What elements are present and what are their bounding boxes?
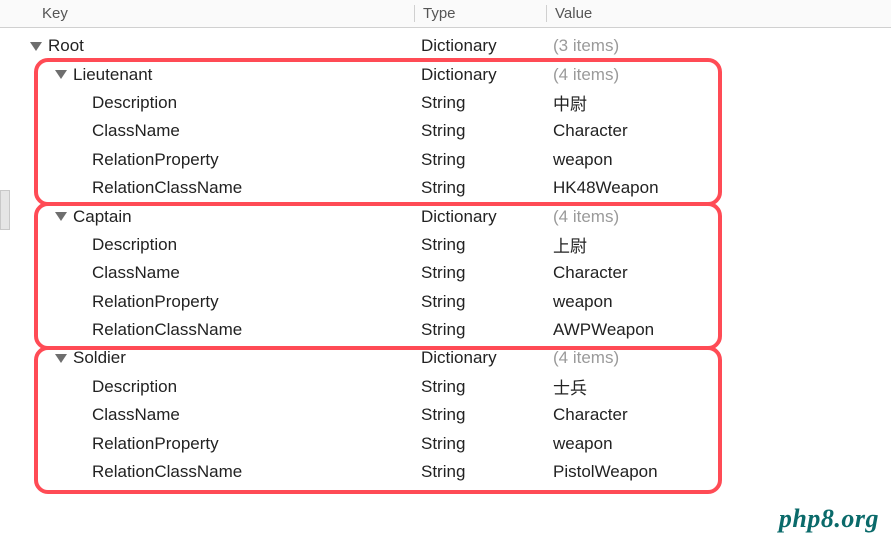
type-cell[interactable]: String — [415, 178, 547, 198]
table-row[interactable]: RelationProperty Stringweapon — [0, 288, 891, 316]
key-label: Lieutenant — [73, 65, 152, 85]
value-cell[interactable]: weapon — [547, 292, 891, 312]
value-cell[interactable]: HK48Weapon — [547, 178, 891, 198]
table-row[interactable]: ClassName StringCharacter — [0, 259, 891, 287]
table-row[interactable]: Captain Dictionary(4 items) — [0, 202, 891, 230]
key-cell[interactable]: Soldier — [0, 348, 415, 368]
value-cell[interactable]: Character — [547, 121, 891, 141]
table-body: RootDictionary(3 items)LieutenantDiction… — [0, 28, 891, 490]
table-row[interactable]: Description String中尉 — [0, 89, 891, 117]
value-cell[interactable]: weapon — [547, 150, 891, 170]
key-cell[interactable]: RelationClassName — [0, 462, 415, 482]
key-label: Soldier — [73, 348, 126, 368]
value-cell[interactable]: 士兵 — [547, 374, 891, 399]
key-cell[interactable]: RelationClassName — [0, 320, 415, 340]
type-cell[interactable]: Dictionary — [415, 207, 547, 227]
type-cell[interactable]: Dictionary — [415, 36, 547, 56]
type-cell[interactable]: String — [415, 292, 547, 312]
value-cell[interactable]: Character — [547, 405, 891, 425]
key-label: Description — [92, 93, 177, 113]
value-cell[interactable]: 中尉 — [547, 90, 891, 115]
key-cell[interactable]: Lieutenant — [0, 65, 415, 85]
value-cell[interactable]: (4 items) — [547, 207, 891, 227]
value-cell[interactable]: (4 items) — [547, 348, 891, 368]
key-label: ClassName — [92, 121, 180, 141]
disclosure-triangle-icon[interactable] — [55, 352, 67, 364]
key-cell[interactable]: Description — [0, 235, 415, 255]
header-type[interactable]: Type — [415, 5, 547, 22]
disclosure-triangle-icon[interactable] — [30, 40, 42, 52]
key-cell[interactable]: ClassName — [0, 121, 415, 141]
type-cell[interactable]: String — [415, 150, 547, 170]
header-value[interactable]: Value — [547, 5, 891, 22]
value-cell[interactable]: Character — [547, 263, 891, 283]
type-cell[interactable]: String — [415, 377, 547, 397]
table-row[interactable]: Soldier Dictionary(4 items) — [0, 344, 891, 372]
key-label: Description — [92, 377, 177, 397]
value-cell[interactable]: weapon — [547, 434, 891, 454]
value-cell[interactable]: 上尉 — [547, 232, 891, 257]
key-cell[interactable]: Description — [0, 377, 415, 397]
table-row[interactable]: ClassName StringCharacter — [0, 401, 891, 429]
key-cell[interactable]: ClassName — [0, 263, 415, 283]
table-row[interactable]: RelationClassName StringPistolWeapon — [0, 458, 891, 486]
value-cell[interactable]: (4 items) — [547, 65, 891, 85]
key-cell[interactable]: RelationProperty — [0, 150, 415, 170]
disclosure-triangle-icon[interactable] — [55, 69, 67, 81]
table-row[interactable]: Description String上尉 — [0, 231, 891, 259]
value-cell[interactable]: (3 items) — [547, 36, 891, 56]
watermark: php8.org — [779, 504, 879, 534]
type-cell[interactable]: String — [415, 235, 547, 255]
table-row[interactable]: RelationClassName StringAWPWeapon — [0, 316, 891, 344]
key-label: ClassName — [92, 263, 180, 283]
value-cell[interactable]: AWPWeapon — [547, 320, 891, 340]
type-cell[interactable]: String — [415, 405, 547, 425]
type-cell[interactable]: String — [415, 93, 547, 113]
key-cell[interactable]: RelationProperty — [0, 292, 415, 312]
key-cell[interactable]: RelationProperty — [0, 434, 415, 454]
table-row[interactable]: RelationProperty Stringweapon — [0, 146, 891, 174]
type-cell[interactable]: Dictionary — [415, 65, 547, 85]
key-label: ClassName — [92, 405, 180, 425]
type-cell[interactable]: String — [415, 121, 547, 141]
key-cell[interactable]: ClassName — [0, 405, 415, 425]
type-cell[interactable]: String — [415, 263, 547, 283]
key-cell[interactable]: Root — [0, 36, 415, 56]
key-label: RelationProperty — [92, 434, 219, 454]
key-label: Captain — [73, 207, 132, 227]
disclosure-triangle-icon[interactable] — [55, 211, 67, 223]
type-cell[interactable]: String — [415, 462, 547, 482]
type-cell[interactable]: String — [415, 434, 547, 454]
table-row[interactable]: Root Dictionary(3 items) — [0, 32, 891, 60]
type-cell[interactable]: Dictionary — [415, 348, 547, 368]
key-label: RelationClassName — [92, 462, 242, 482]
key-label: RelationProperty — [92, 150, 219, 170]
table-row[interactable]: RelationProperty Stringweapon — [0, 429, 891, 457]
table-row[interactable]: ClassName StringCharacter — [0, 117, 891, 145]
table-row[interactable]: RelationClassName StringHK48Weapon — [0, 174, 891, 202]
key-label: RelationClassName — [92, 178, 242, 198]
type-cell[interactable]: String — [415, 320, 547, 340]
table-row[interactable]: Description String士兵 — [0, 373, 891, 401]
key-label: Description — [92, 235, 177, 255]
header-key[interactable]: Key — [0, 5, 415, 22]
key-cell[interactable]: RelationClassName — [0, 178, 415, 198]
key-cell[interactable]: Captain — [0, 207, 415, 227]
table-row[interactable]: Lieutenant Dictionary(4 items) — [0, 60, 891, 88]
table-header: Key Type Value — [0, 0, 891, 28]
key-label: RelationProperty — [92, 292, 219, 312]
key-label: RelationClassName — [92, 320, 242, 340]
key-label: Root — [48, 36, 84, 56]
value-cell[interactable]: PistolWeapon — [547, 462, 891, 482]
key-cell[interactable]: Description — [0, 93, 415, 113]
